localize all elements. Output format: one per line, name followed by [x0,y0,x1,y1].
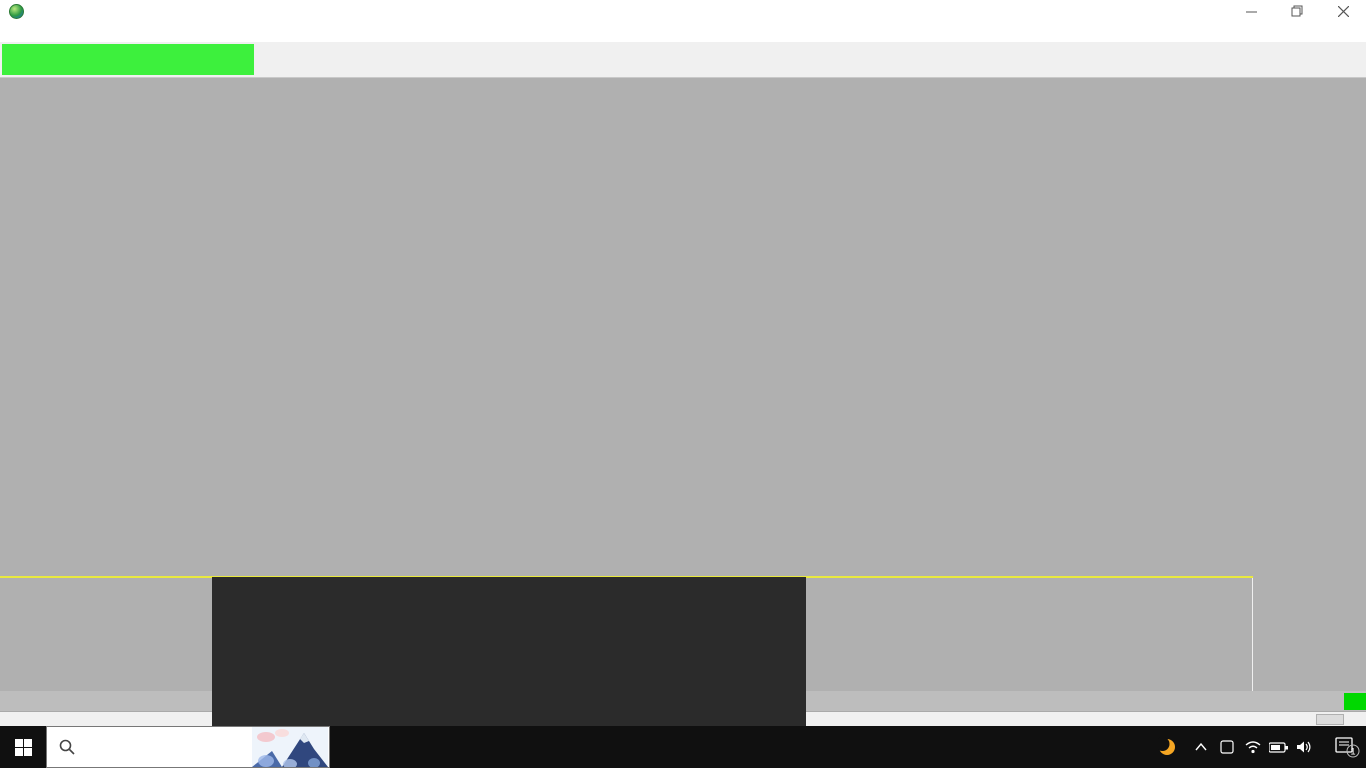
window-titlebar [0,0,1366,22]
price-scale-panel[interactable] [1253,78,1366,691]
minimize-button[interactable] [1228,0,1274,22]
windows-taskbar: 1 [0,726,1366,768]
tray-chevron-up-icon[interactable] [1188,743,1214,751]
chart-window[interactable] [0,78,1366,726]
moon-icon[interactable] [1154,737,1180,757]
restore-icon [1291,5,1303,17]
taskbar-preview-popup [212,577,806,726]
restore-button[interactable] [1274,0,1320,22]
scrollbar-thumb[interactable] [1316,714,1344,725]
menu-bar [0,22,1366,42]
wifi-icon[interactable] [1240,740,1266,754]
start-button[interactable] [0,726,46,768]
tablet-mode-icon[interactable] [1214,740,1240,754]
volume-icon[interactable] [1292,740,1318,754]
countdown-badge [1344,693,1366,710]
desktop: 1 [0,0,1366,768]
sierra-chart-app-icon [9,3,24,19]
toolbar [0,42,1366,78]
windows-logo-icon [14,738,32,756]
weather-widget-image[interactable] [252,727,328,767]
close-button[interactable] [1320,0,1366,22]
close-icon [1337,5,1349,17]
chart-info-line-2 [2,93,6,105]
dpl-value [2,93,6,105]
system-tray: 1 [1154,736,1366,758]
search-icon [59,739,75,755]
taskbar-search[interactable] [46,726,330,768]
notification-count: 1 [1350,747,1355,757]
price-chart[interactable] [0,78,1253,557]
battery-icon[interactable] [1266,741,1292,753]
volume-study-label [0,557,1253,578]
data-feed-status [2,44,254,75]
notification-center-icon[interactable]: 1 [1334,736,1360,758]
minimize-icon [1245,11,1257,12]
